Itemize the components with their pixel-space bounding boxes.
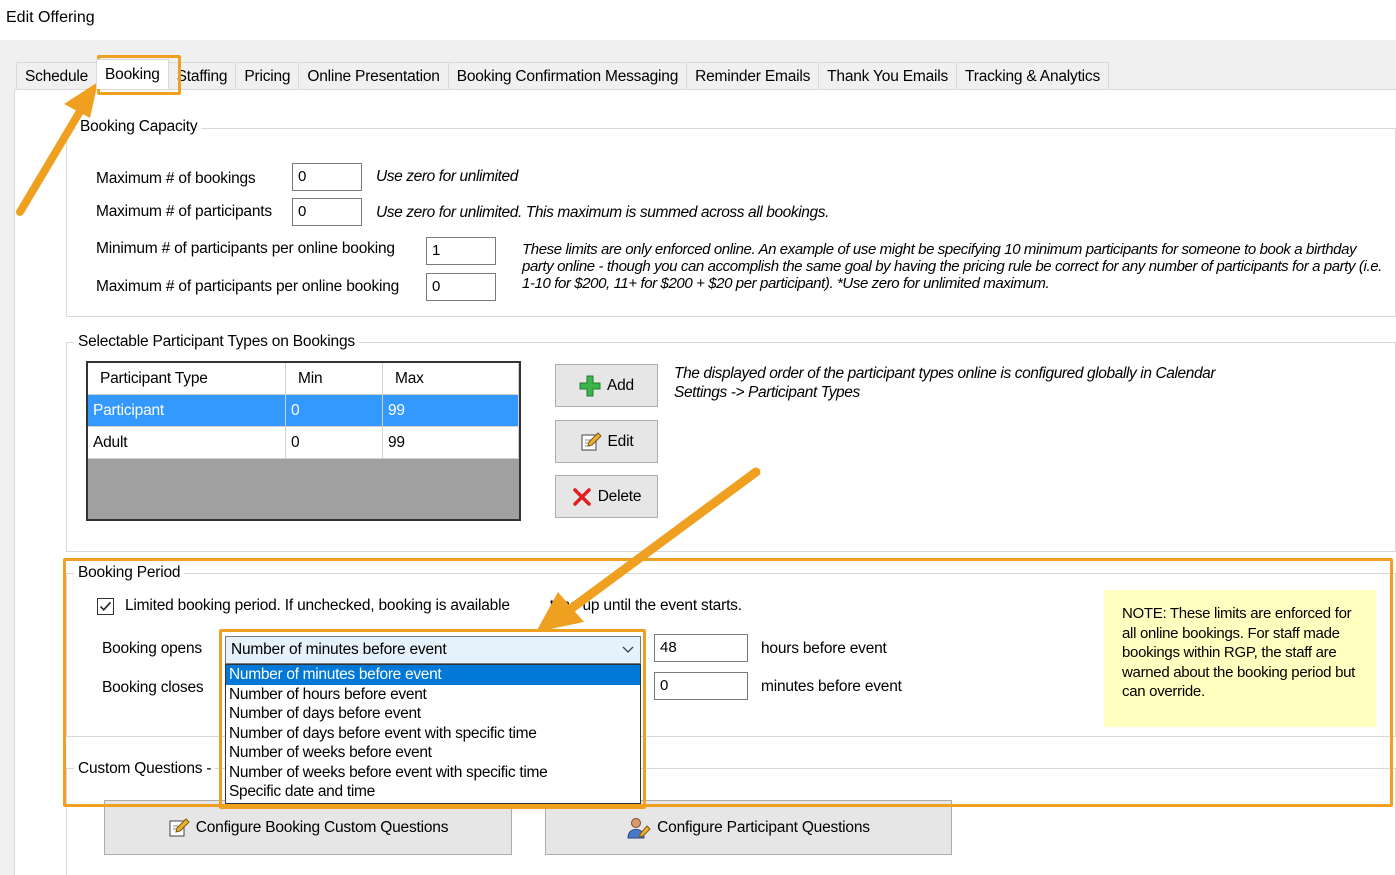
arrow-icon	[536, 467, 761, 632]
annotation-arrows	[16, 82, 761, 632]
arrow-icon	[16, 82, 98, 216]
tab-booking[interactable]: Booking	[96, 59, 169, 89]
